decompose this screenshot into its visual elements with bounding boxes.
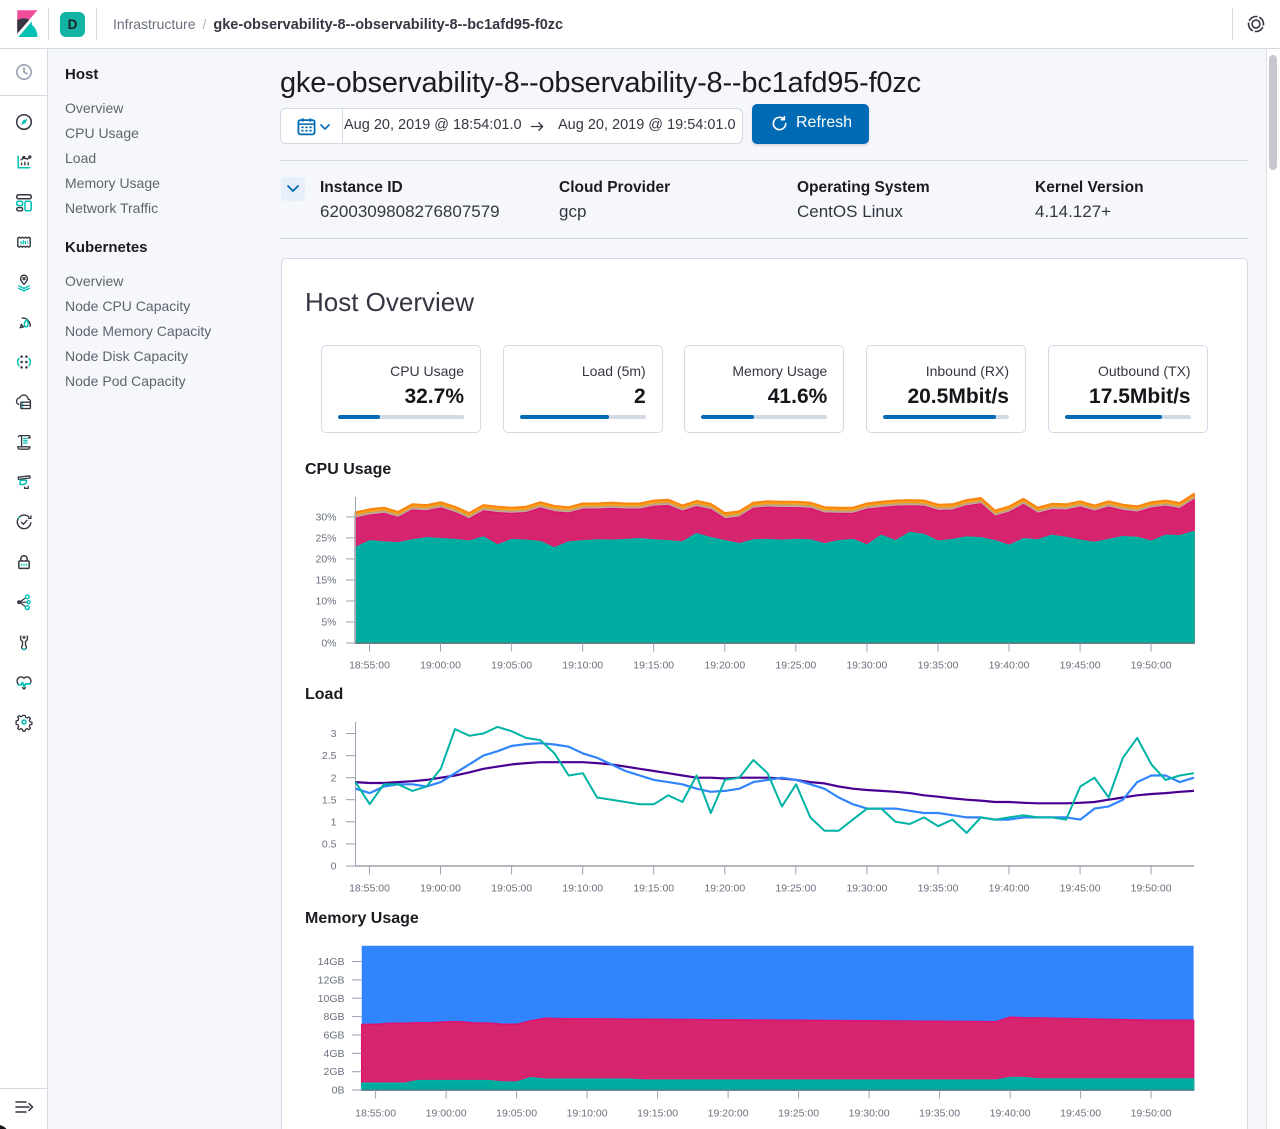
- svg-text:19:05:00: 19:05:00: [496, 1108, 537, 1120]
- svg-text:19:15:00: 19:15:00: [637, 1108, 678, 1120]
- svg-text:8GB: 8GB: [323, 1011, 344, 1023]
- svg-text:14GB: 14GB: [318, 956, 345, 968]
- svg-text:18:55:00: 18:55:00: [355, 1108, 396, 1120]
- svg-text:0B: 0B: [332, 1085, 345, 1097]
- svg-text:19:10:00: 19:10:00: [567, 1108, 608, 1120]
- svg-text:4GB: 4GB: [323, 1048, 344, 1060]
- svg-text:12GB: 12GB: [318, 975, 345, 987]
- svg-text:19:25:00: 19:25:00: [778, 1108, 819, 1120]
- svg-text:10GB: 10GB: [318, 993, 345, 1005]
- svg-text:19:50:00: 19:50:00: [1131, 1108, 1172, 1120]
- svg-text:19:40:00: 19:40:00: [990, 1108, 1031, 1120]
- svg-text:19:35:00: 19:35:00: [919, 1108, 960, 1120]
- svg-text:19:30:00: 19:30:00: [849, 1108, 890, 1120]
- svg-text:2GB: 2GB: [323, 1066, 344, 1078]
- svg-text:19:20:00: 19:20:00: [708, 1108, 749, 1120]
- svg-text:19:00:00: 19:00:00: [426, 1108, 467, 1120]
- svg-text:6GB: 6GB: [323, 1030, 344, 1042]
- svg-text:19:45:00: 19:45:00: [1060, 1108, 1101, 1120]
